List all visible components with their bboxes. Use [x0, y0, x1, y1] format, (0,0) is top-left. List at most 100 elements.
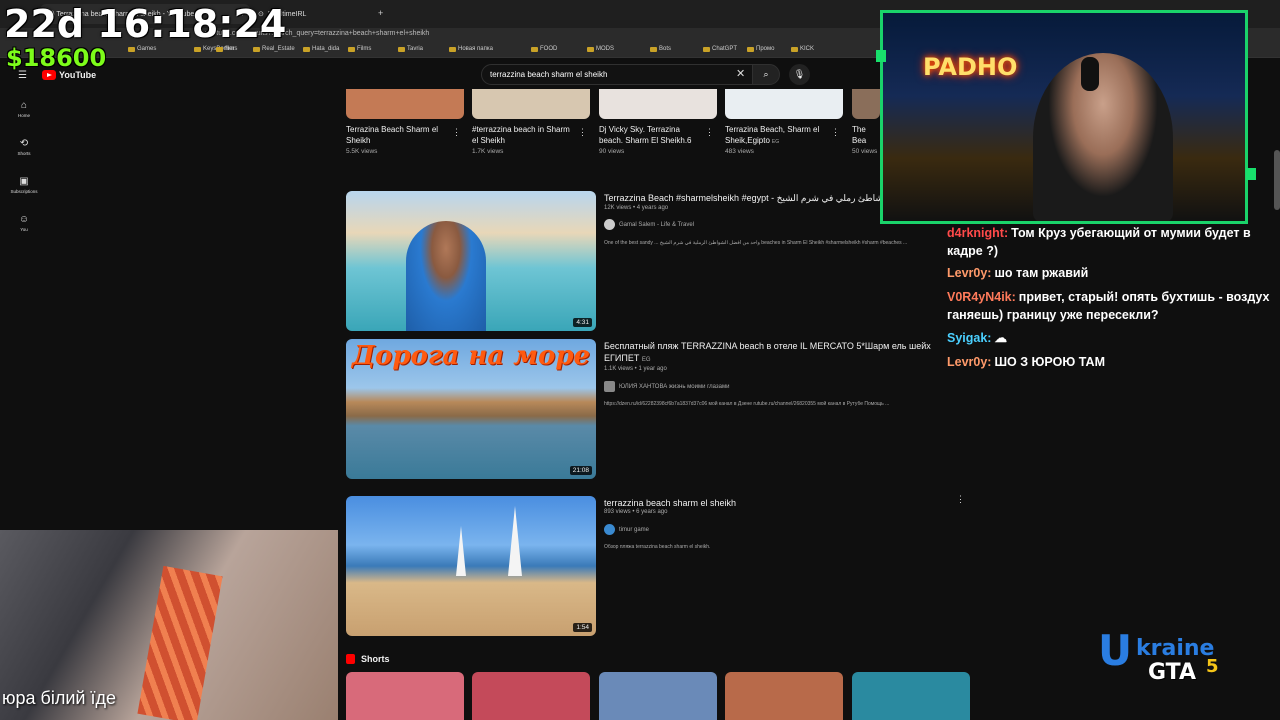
video-thumbnail[interactable] [346, 89, 464, 119]
folder-icon [747, 46, 754, 52]
short-thumbnail[interactable] [599, 672, 717, 720]
channel-link[interactable]: ЮЛИЯ ХАНТОВА жизнь моими глазами [604, 381, 729, 392]
subscriptions-icon: ▣ [19, 176, 29, 187]
video-title[interactable]: Terrazina Beach Sharm el Sheikh [346, 124, 446, 146]
folder-icon [531, 46, 538, 52]
headset [1081, 57, 1099, 91]
avatar [604, 381, 615, 392]
bookmark-item[interactable]: ChatGPT [703, 46, 737, 52]
folder-icon [650, 46, 657, 52]
more-options-icon[interactable]: ⋮ [831, 127, 840, 138]
video-title-text: Бесплатный пляж TERRAZZINA beach в отеле… [604, 341, 931, 363]
folder-icon [791, 46, 798, 52]
short-thumbnail[interactable] [725, 672, 843, 720]
video-duration: 21:08 [569, 466, 592, 475]
bookmark-item[interactable]: KICK [791, 46, 814, 52]
bookmark-label: Tavria [407, 46, 424, 52]
nav-subscriptions[interactable]: ▣ Subscriptions [8, 176, 40, 194]
video-title[interactable]: #terrazzina beach in Sharm el Sheikh [472, 124, 572, 146]
avatar [604, 524, 615, 535]
video-views: 483 views [725, 148, 754, 155]
video-thumbnail[interactable]: Дорога на море 21:08 [346, 339, 596, 479]
video-thumbnail[interactable] [725, 89, 843, 119]
folder-icon [303, 46, 310, 52]
nav-you[interactable]: ☺ You [8, 214, 40, 232]
bookmark-item[interactable]: Real_Estate [253, 46, 295, 52]
short-thumbnail[interactable] [346, 672, 464, 720]
logo-5: 5 [1206, 656, 1219, 677]
video-views: 5.5K views [346, 148, 378, 155]
chat-username: V0R4yN4ik: [947, 290, 1016, 304]
folder-icon [348, 46, 355, 52]
video-thumbnail[interactable]: 1:54 [346, 496, 596, 636]
bookmark-label: Hata_dida [312, 46, 340, 52]
video-duration: 4:31 [573, 318, 592, 327]
bookmark-label: KICK [800, 46, 815, 52]
channel-link[interactable]: timur game [604, 524, 649, 535]
video-description: https://dzen.ru/id/62282398cf6b7a1837d37… [604, 401, 890, 407]
chat-message: Levr0y: шо там ржавий [947, 264, 1277, 282]
bookmark-label: ChatGPT [712, 46, 738, 52]
video-thumbnail[interactable]: 4:31 [346, 191, 596, 331]
bookmark-item[interactable]: Games [128, 46, 156, 52]
video-thumbnail[interactable] [472, 89, 590, 119]
video-title-text: Terrazina Beach Sharm el Sheikh [346, 125, 439, 145]
logo-gta: GTA [1148, 660, 1196, 685]
nav-home[interactable]: ⌂ Home [8, 100, 40, 118]
nav-label: Home [17, 113, 30, 118]
chat-text: шо там ржавий [994, 266, 1089, 280]
video-views: 90 views [599, 148, 625, 155]
bookmark-item[interactable]: MODS [587, 46, 614, 52]
bookmark-label: Bots [659, 46, 672, 52]
chat-message: Levr0y: ШО З ЮРОЮ ТАМ [947, 353, 1277, 371]
video-title[interactable]: The Bea Sharm e [852, 124, 880, 146]
nav-shorts[interactable]: ⟲ Shorts [8, 138, 40, 156]
webcam-frame-decoration [1246, 168, 1256, 180]
video-title[interactable]: Бесплатный пляж TERRAZZINA beach в отеле… [604, 340, 934, 366]
you-icon: ☺ [18, 214, 30, 225]
new-tab-button[interactable]: + [378, 8, 383, 18]
folder-icon [194, 46, 201, 52]
more-options-icon[interactable]: ⋮ [578, 127, 587, 138]
video-meta: 893 views • 6 years ago [604, 509, 668, 515]
more-options-icon[interactable]: ⋮ [452, 127, 461, 138]
video-title[interactable]: Dj Vicky Sky. Terrazina beach. Sharm El … [599, 124, 699, 146]
video-duration: 1:54 [573, 623, 592, 632]
bookmark-label: FOOD [540, 46, 558, 52]
video-views: 1.7K views [472, 148, 504, 155]
short-thumbnail[interactable] [852, 672, 970, 720]
bookmark-item[interactable]: Hata_dida [303, 46, 339, 52]
search-input[interactable]: terrazzina beach sharm el sheikh [481, 64, 753, 85]
hammock [137, 565, 223, 720]
bookmark-label: Промо [756, 46, 775, 52]
bookmark-item[interactable]: films [216, 46, 237, 52]
thumbnail-person [406, 221, 486, 331]
voice-search-button[interactable]: 🎙 [789, 64, 810, 85]
clear-search-icon[interactable]: ✕ [736, 67, 745, 80]
short-thumbnail[interactable] [472, 672, 590, 720]
more-options-icon[interactable]: ⋮ [956, 494, 965, 505]
video-thumbnail[interactable] [599, 89, 717, 119]
bookmark-item[interactable]: Tavria [398, 46, 423, 52]
video-title[interactable]: terrazzina beach sharm el sheikh [604, 497, 934, 509]
bookmark-item[interactable]: FOOD [531, 46, 557, 52]
scrollbar[interactable] [1274, 150, 1280, 210]
bookmark-item[interactable]: Bots [650, 46, 671, 52]
bookmark-item[interactable]: Новая папка [449, 46, 493, 52]
bookmark-item[interactable]: Промо [747, 46, 774, 52]
video-title-text: The Bea Sharm e [852, 125, 867, 145]
bookmark-label: Games [137, 46, 157, 52]
bookmark-item[interactable]: Films [348, 46, 371, 52]
country-badge: EG [641, 357, 651, 363]
video-thumbnail[interactable] [852, 89, 880, 119]
more-options-icon[interactable]: ⋮ [705, 127, 714, 138]
home-icon: ⌂ [20, 100, 28, 111]
stream-timer: 22d 16:18:24 [4, 2, 287, 46]
microphone-icon: 🎙 [793, 69, 806, 79]
shorts-logo-icon [346, 654, 355, 664]
search-button[interactable]: ⌕ [752, 64, 780, 85]
video-meta: 1.1K views • 1 year ago [604, 366, 667, 372]
video-views: 50 views [852, 148, 878, 155]
video-title[interactable]: Terrazina Beach, Sharm el Sheik,Egipto EG [725, 124, 825, 146]
channel-link[interactable]: Gamal Salem - Life & Travel [604, 219, 694, 230]
